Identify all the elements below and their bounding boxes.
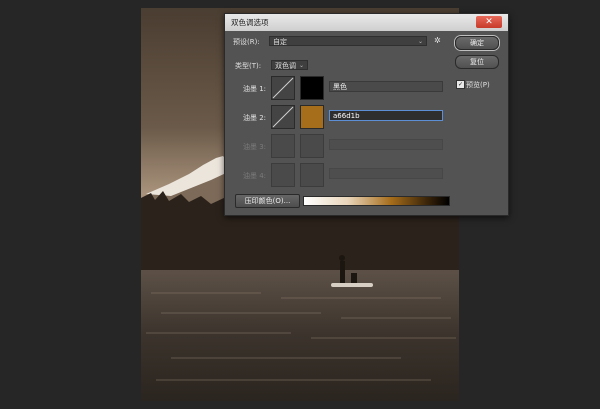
- gear-icon[interactable]: ✲: [434, 36, 441, 45]
- lake: [141, 270, 459, 401]
- ink-2-curve[interactable]: [271, 105, 295, 129]
- close-button[interactable]: ✕: [476, 16, 502, 28]
- duotone-gradient-bar: [303, 196, 450, 206]
- ink-4-swatch: [300, 163, 324, 187]
- overprint-colors-button[interactable]: 压印颜色(O)...: [235, 194, 300, 208]
- preset-value: 自定: [273, 38, 287, 46]
- preview-checkbox[interactable]: ✓: [456, 80, 465, 89]
- ink-3-curve: [271, 134, 295, 158]
- ink-1-curve[interactable]: [271, 76, 295, 100]
- close-icon: ✕: [485, 17, 493, 27]
- dialog-titlebar[interactable]: 双色调选项 ✕: [225, 14, 508, 31]
- type-value: 双色调: [275, 62, 296, 70]
- ink-2-swatch[interactable]: [300, 105, 324, 129]
- chevron-down-icon: ⌄: [417, 38, 423, 45]
- curve-icon: [272, 106, 294, 128]
- ink-2-label: 油墨 2:: [243, 114, 267, 122]
- preview-label: 预览(P): [466, 81, 490, 89]
- type-label: 类型(T):: [235, 62, 262, 70]
- dialog-title: 双色调选项: [231, 18, 269, 27]
- ink-1-name[interactable]: 黑色: [329, 81, 443, 92]
- ink-4-curve: [271, 163, 295, 187]
- type-select[interactable]: 双色调 ⌄: [271, 60, 308, 70]
- ink-1-label: 油墨 1:: [243, 85, 267, 93]
- preset-select[interactable]: 自定 ⌄: [269, 36, 427, 46]
- ink-3-label: 油墨 3:: [243, 143, 267, 151]
- ink-4-label: 油墨 4:: [243, 172, 267, 180]
- ink-2-name[interactable]: a66d1b: [329, 110, 443, 121]
- curve-icon: [272, 77, 294, 99]
- ink-3-name: [329, 139, 443, 150]
- duotone-options-dialog: 双色调选项 ✕ 预设(R): 自定 ⌄ ✲ 确定 复位 ✓ 预览(P) 类型(T…: [224, 13, 509, 216]
- chevron-down-icon: ⌄: [298, 62, 304, 69]
- ink-4-name: [329, 168, 443, 179]
- ink-3-swatch: [300, 134, 324, 158]
- reset-button[interactable]: 复位: [455, 55, 499, 69]
- preset-label: 预设(R):: [233, 38, 260, 46]
- ink-1-swatch[interactable]: [300, 76, 324, 100]
- ok-button[interactable]: 确定: [455, 36, 499, 50]
